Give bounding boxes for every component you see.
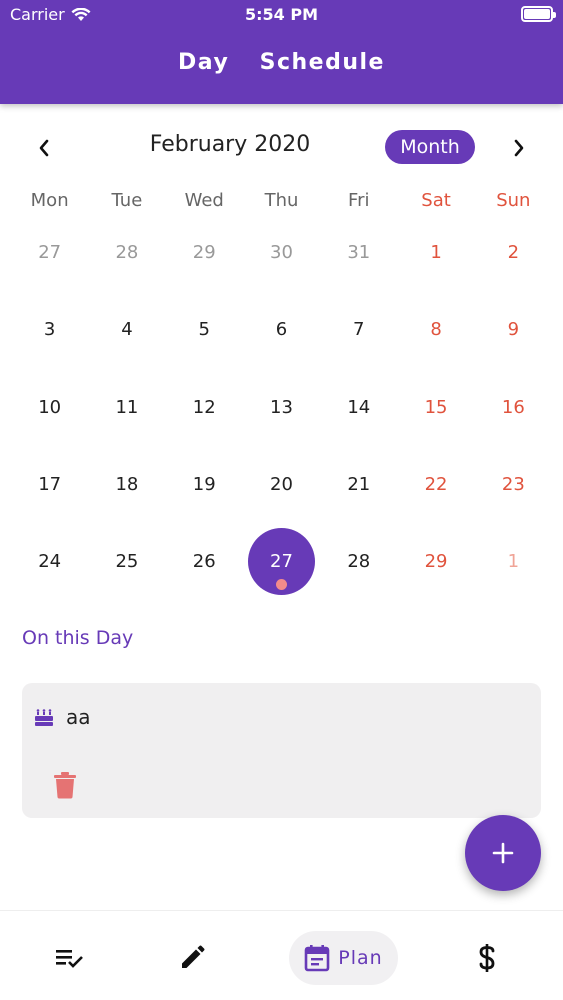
calendar-week: 3 4 5 6 7 8 9	[11, 291, 552, 368]
calendar-day[interactable]: 28	[88, 214, 165, 291]
calendar-day[interactable]: 13	[243, 369, 320, 446]
nav-tasks[interactable]	[40, 931, 100, 985]
calendar-day[interactable]: 19	[166, 446, 243, 523]
page-title: Day Schedule	[178, 50, 385, 75]
calendar-day[interactable]: 10	[11, 369, 88, 446]
calendar-grid: 27 28 29 30 31 1 2 3 4 5 6 7 8 9 10 11 1…	[11, 214, 552, 600]
calendar-day[interactable]: 21	[320, 446, 397, 523]
checklist-icon	[56, 950, 83, 968]
nav-plan-tab-active[interactable]: Plan	[289, 931, 398, 985]
weekday-label: Sat	[421, 190, 451, 211]
calendar-day[interactable]: 17	[11, 446, 88, 523]
weekday-label: Mon	[30, 190, 69, 211]
calendar-week: 17 18 19 20 21 22 23	[11, 446, 552, 523]
calendar-day[interactable]: 6	[243, 291, 320, 368]
event-title: aa	[66, 705, 91, 729]
plus-icon	[492, 842, 514, 864]
calendar-day[interactable]: 15	[397, 369, 474, 446]
calendar-day[interactable]: 25	[88, 523, 165, 600]
previous-month-button[interactable]	[30, 134, 58, 162]
calendar-day[interactable]: 28	[320, 523, 397, 600]
calendar-day[interactable]: 20	[243, 446, 320, 523]
calendar-day[interactable]: 7	[320, 291, 397, 368]
calendar-day[interactable]: 2	[475, 214, 552, 291]
chevron-right-icon	[514, 139, 524, 157]
nav-expenses[interactable]	[457, 931, 517, 985]
calendar-week: 27 28 29 30 31 1 2	[11, 214, 552, 291]
weekday-label: Tue	[111, 190, 143, 211]
weekday-label: Fri	[348, 190, 370, 211]
calendar-day[interactable]: 27	[11, 214, 88, 291]
calendar-week: 10 11 12 13 14 15 16	[11, 369, 552, 446]
nav-edit[interactable]	[162, 931, 222, 985]
calendar-day[interactable]: 22	[397, 446, 474, 523]
bottom-navigation: Plan	[0, 910, 563, 1000]
calendar-day[interactable]: 23	[475, 446, 552, 523]
calendar-day[interactable]: 29	[166, 214, 243, 291]
trash-icon	[54, 772, 76, 799]
month-label: February 2020	[149, 132, 311, 157]
delete-event-button[interactable]	[52, 771, 78, 799]
nav-plan-label: Plan	[338, 947, 383, 969]
calendar-day[interactable]: 29	[397, 523, 474, 600]
calendar-day[interactable]: 24	[11, 523, 88, 600]
events-section-title: On this Day	[22, 627, 134, 649]
calendar-day[interactable]: 14	[320, 369, 397, 446]
calendar-icon	[304, 945, 330, 972]
battery-icon	[521, 6, 556, 22]
calendar-day[interactable]: 9	[475, 291, 552, 368]
next-month-button[interactable]	[505, 134, 533, 162]
weekday-header: Mon Tue Wed Thu Fri Sat Sun	[11, 190, 552, 211]
add-event-button[interactable]	[465, 815, 541, 891]
weekday-label: Sun	[496, 190, 531, 211]
cake-icon	[35, 709, 53, 726]
calendar-day[interactable]: 3	[11, 291, 88, 368]
calendar-day[interactable]: 11	[88, 369, 165, 446]
event-card[interactable]: aa	[22, 683, 541, 818]
chevron-left-icon	[39, 139, 49, 157]
calendar-day[interactable]: 16	[475, 369, 552, 446]
calendar-day[interactable]: 18	[88, 446, 165, 523]
calendar-day-selected[interactable]: 27	[243, 523, 320, 600]
status-time: 5:54 PM	[244, 5, 318, 24]
dollar-icon	[479, 944, 495, 972]
month-navigation: February 2020 Month	[0, 128, 563, 168]
calendar-day[interactable]: 1	[397, 214, 474, 291]
event-indicator-dot	[275, 579, 287, 591]
calendar-day[interactable]: 12	[166, 369, 243, 446]
weekday-label: Thu	[264, 190, 299, 211]
calendar-day[interactable]: 31	[320, 214, 397, 291]
calendar-day[interactable]: 1	[475, 523, 552, 600]
pencil-icon	[182, 945, 205, 968]
selected-day-number: 27	[270, 551, 293, 573]
calendar-day[interactable]: 8	[397, 291, 474, 368]
calendar-week: 24 25 26 27 28 29 1	[11, 523, 552, 600]
calendar-day[interactable]: 4	[88, 291, 165, 368]
calendar-day[interactable]: 5	[166, 291, 243, 368]
app-header: Carrier 5:54 PM Day Schedule	[0, 0, 563, 104]
calendar-day[interactable]: 26	[166, 523, 243, 600]
weekday-label: Wed	[184, 190, 224, 211]
month-view-toggle[interactable]: Month	[385, 130, 475, 164]
calendar-day[interactable]: 30	[243, 214, 320, 291]
